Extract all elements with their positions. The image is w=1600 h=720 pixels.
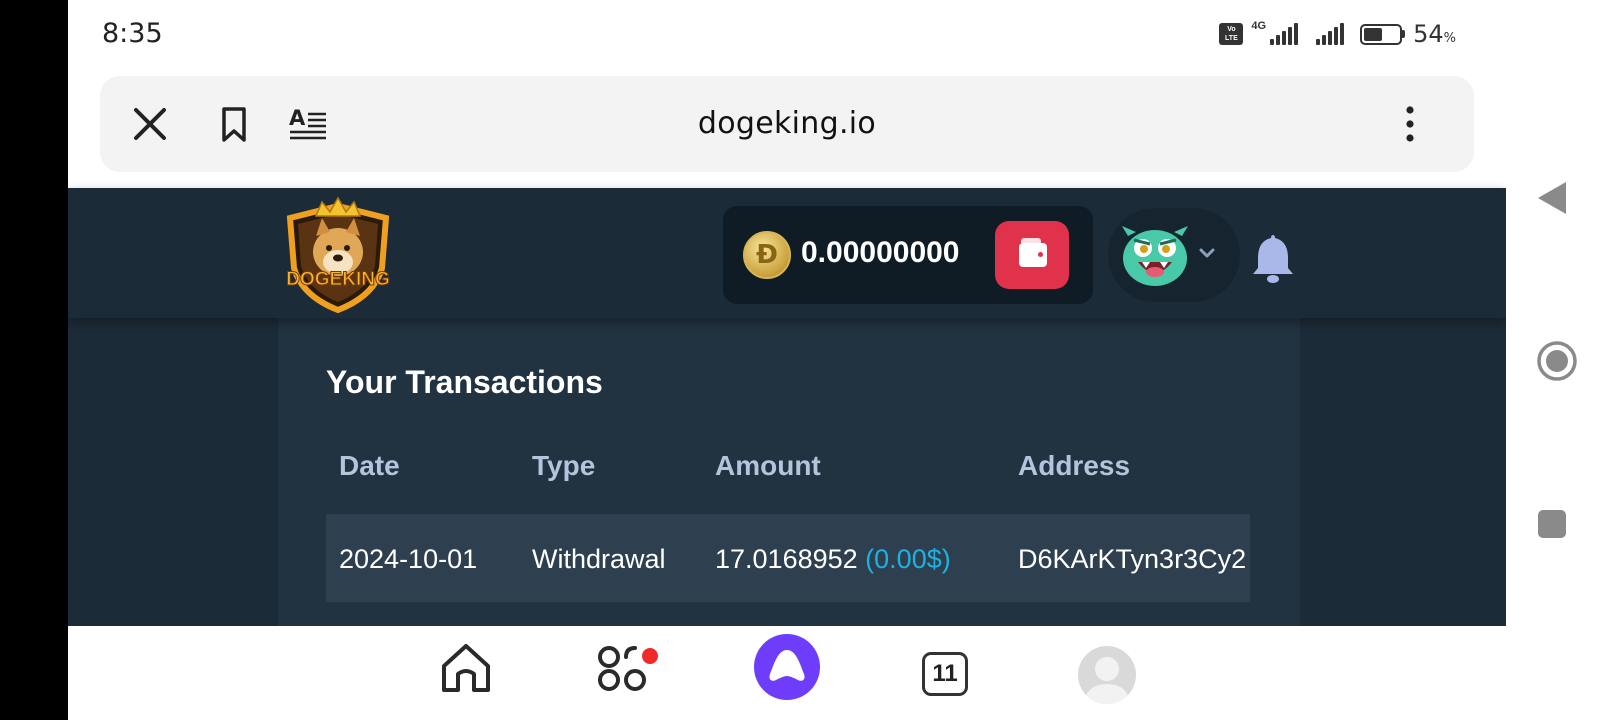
network-type: 4G: [1251, 20, 1267, 32]
notification-dot: [642, 648, 658, 664]
status-indicators: Vo LTE 4G 54%: [1219, 20, 1456, 48]
url-text[interactable]: dogeking.io: [100, 106, 1474, 141]
column-header-amount: Amount: [715, 450, 821, 481]
browser-address-bar: A dogeking.io: [100, 76, 1474, 172]
cell-date: 2024-10-01: [339, 544, 478, 574]
more-vert-icon[interactable]: [1390, 104, 1430, 144]
cell-type: Withdrawal: [532, 544, 666, 574]
balance-box: 0.00000000: [723, 206, 1093, 304]
left-black-edge: [0, 0, 68, 720]
column-header-address: Address: [1018, 450, 1131, 481]
volte-icon: Vo LTE: [1219, 23, 1244, 45]
cell-address[interactable]: D6KArKTyn3r3Cy2: [1018, 544, 1246, 575]
site-header: DOGEKING 0.00000000: [68, 188, 1506, 318]
tabs-icon[interactable]: 11: [922, 652, 968, 696]
cell-amount: 17.0168952 (0.00$): [715, 544, 951, 575]
phone-screen: 8:35 Vo LTE 4G 54% A dogeking.io DOGEKIN…: [68, 0, 1506, 720]
alice-icon[interactable]: [754, 634, 820, 700]
avatar: [1122, 226, 1188, 286]
logo-text: DOGEKING: [286, 269, 389, 290]
home-icon[interactable]: [438, 640, 494, 696]
apps-icon[interactable]: [594, 640, 650, 696]
wallet-icon: [1019, 238, 1047, 267]
amount-value: 17.0168952: [715, 544, 858, 574]
balance-amount: 0.00000000: [801, 236, 960, 269]
signal-icon: [1270, 23, 1299, 45]
battery-icon: [1360, 23, 1406, 45]
table-row[interactable]: 2024-10-01 Withdrawal 17.0168952 (0.00$)…: [326, 514, 1250, 602]
home-circle-icon[interactable]: [1536, 340, 1578, 382]
status-time: 8:35: [102, 18, 163, 49]
column-header-date: Date: [339, 450, 400, 481]
browser-bottom-nav: 11: [68, 626, 1506, 720]
status-bar: 8:35 Vo LTE 4G 54%: [68, 0, 1506, 70]
bell-icon[interactable]: [1250, 232, 1296, 284]
wallet-button[interactable]: [995, 221, 1069, 289]
transactions-title: Your Transactions: [326, 364, 603, 400]
dogeking-logo[interactable]: DOGEKING: [278, 196, 398, 314]
battery-percent: 54%: [1413, 20, 1456, 48]
doge-coin-icon: [743, 231, 791, 279]
transactions-panel: Your Transactions Date Type Amount Addre…: [278, 318, 1300, 626]
back-icon[interactable]: [1536, 180, 1568, 216]
user-menu[interactable]: [1108, 208, 1240, 302]
amount-usd: (0.00$): [865, 544, 951, 574]
signal-2-icon: [1316, 23, 1345, 45]
recents-icon[interactable]: [1536, 508, 1568, 540]
profile-icon[interactable]: [1078, 646, 1136, 704]
chevron-down-icon: [1199, 248, 1215, 258]
system-navigation: [1506, 0, 1600, 720]
column-header-type: Type: [532, 450, 596, 481]
